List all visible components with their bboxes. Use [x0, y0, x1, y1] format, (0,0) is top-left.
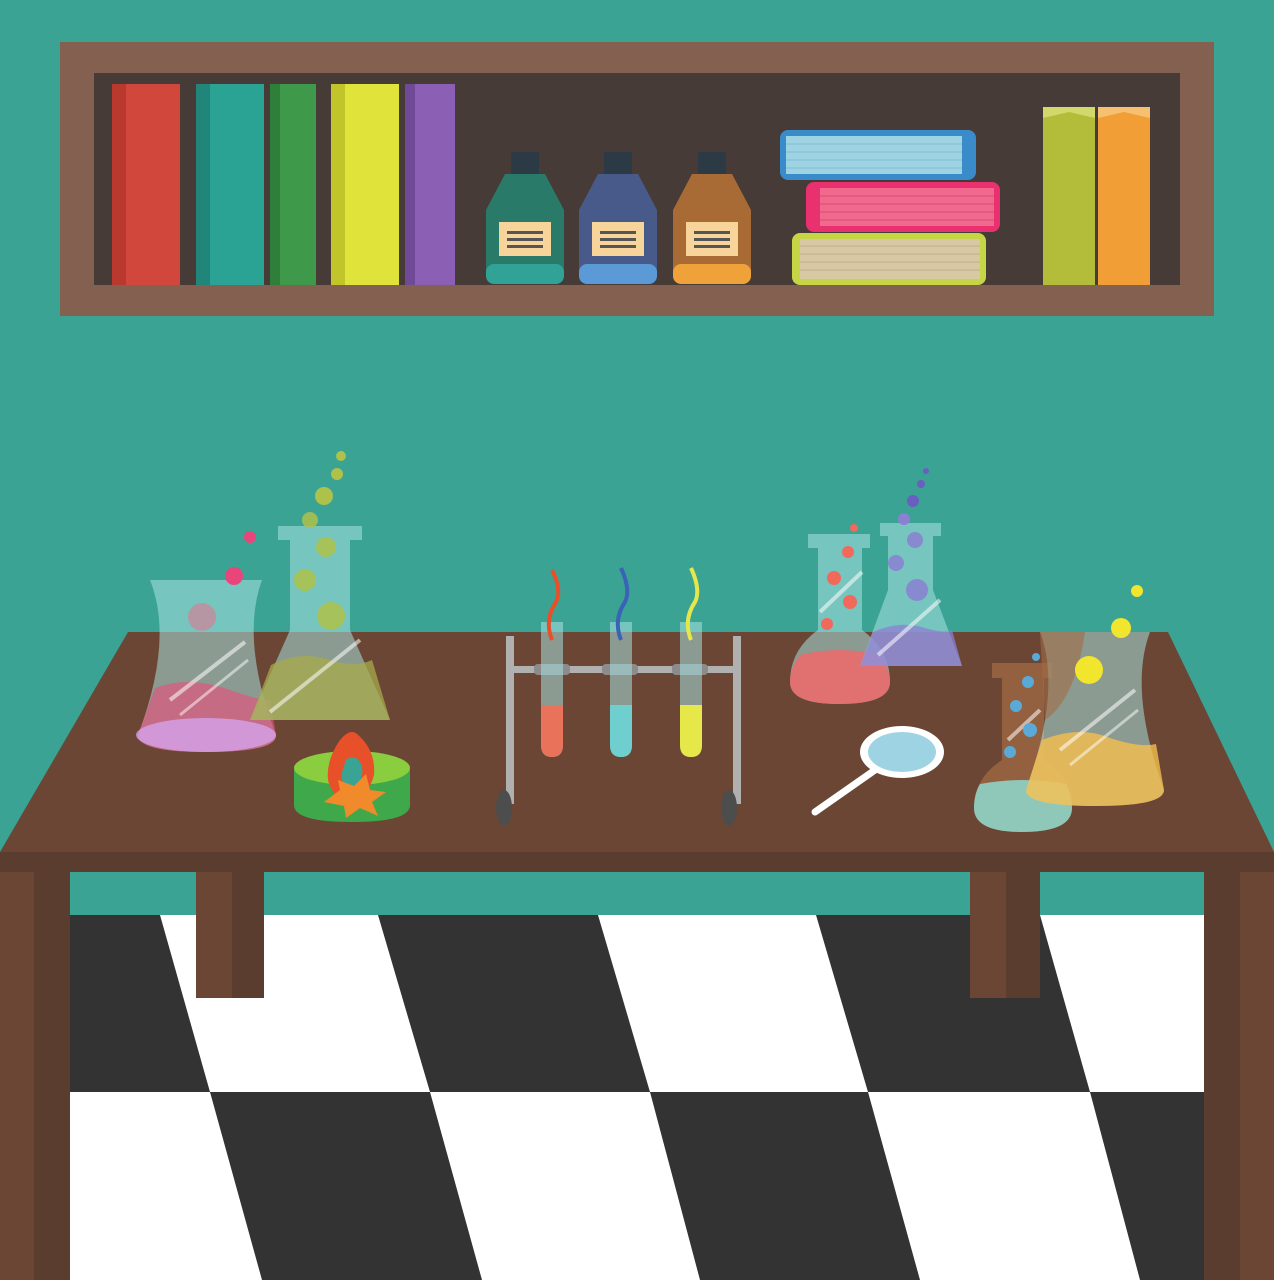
book-orange — [1098, 107, 1150, 285]
table-leg-right-front — [1204, 872, 1240, 1280]
stack-book-blue — [780, 130, 976, 180]
science-lab-scene — [0, 0, 1274, 1280]
book-olive — [1043, 107, 1095, 285]
checkered-floor — [0, 915, 1274, 1280]
stack-book-yellow — [792, 233, 986, 285]
stack-book-pink — [806, 182, 1000, 232]
table-leg-left-front — [34, 872, 70, 1280]
book-stack — [780, 130, 1000, 285]
shelf-bottles — [486, 152, 751, 284]
